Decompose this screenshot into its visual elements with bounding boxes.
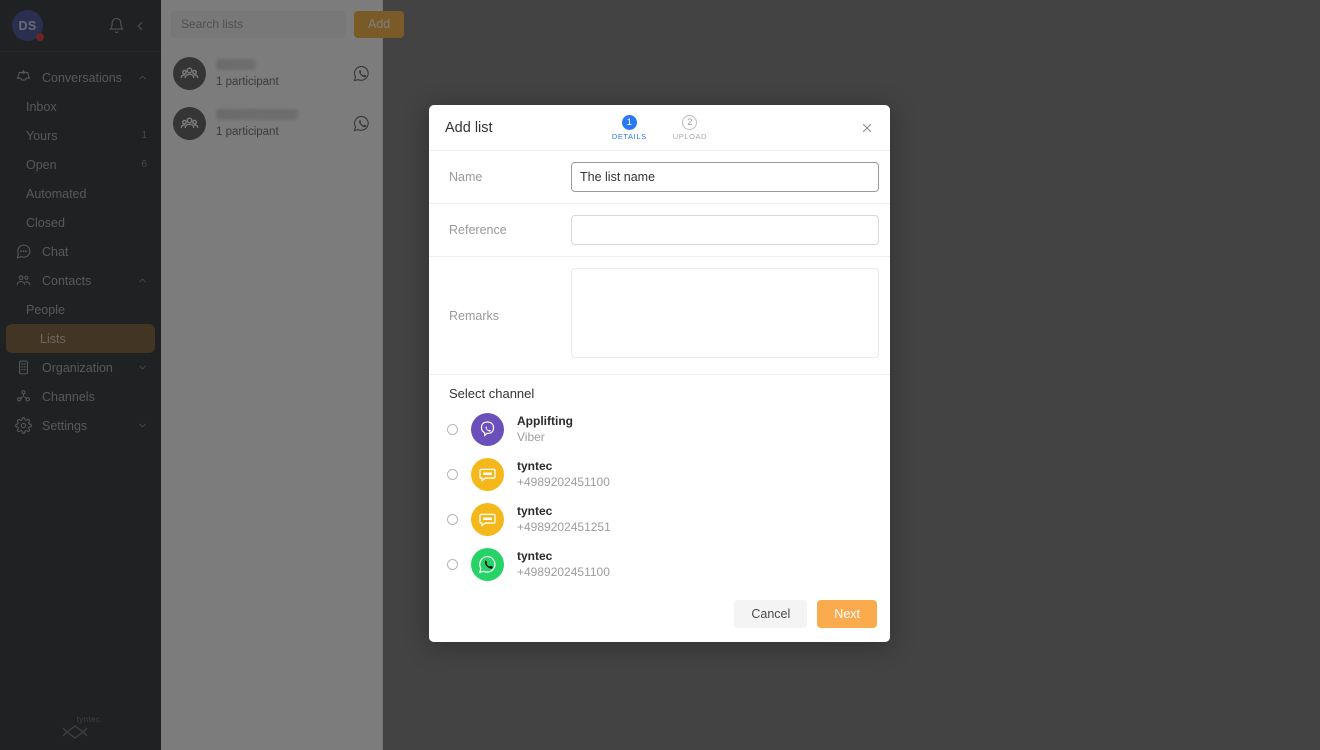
field-row-reference: Reference: [429, 204, 890, 257]
channel-meta: Applifting Viber: [517, 414, 573, 445]
reference-input[interactable]: [571, 215, 879, 245]
channel-option[interactable]: tyntec +4989202451100: [443, 452, 876, 497]
app-root: DS ConversationsInboxYours1Open6Automate…: [0, 0, 1320, 750]
close-icon[interactable]: [858, 119, 876, 137]
channel-name: tyntec: [517, 503, 553, 518]
channel-list[interactable]: Applifting Viber tyntec +4989202451100 t…: [429, 407, 890, 585]
field-control-remarks: [571, 257, 879, 374]
field-label-name: Name: [449, 170, 483, 184]
field-row-name: Name: [429, 151, 890, 204]
channel-name: Applifting: [517, 413, 573, 428]
cancel-button[interactable]: Cancel: [734, 599, 808, 628]
step-indicator: 1 DETAILS 2 UPLOAD: [429, 114, 890, 141]
field-label-reference: Reference: [449, 223, 507, 237]
sms-icon: [471, 503, 504, 536]
channel-option[interactable]: tyntec +4989202451251: [443, 497, 876, 542]
sms-icon: [471, 458, 504, 491]
channel-radio[interactable]: [447, 559, 458, 570]
channel-meta: tyntec +4989202451251: [517, 504, 611, 535]
channel-meta: tyntec +4989202451100: [517, 549, 610, 580]
step-details[interactable]: 1 DETAILS: [611, 114, 647, 141]
field-label-remarks: Remarks: [449, 308, 500, 323]
channel-radio[interactable]: [447, 469, 458, 480]
viber-icon: [471, 413, 504, 446]
channel-radio[interactable]: [447, 424, 458, 435]
channel-option[interactable]: tyntec +4989202451100: [443, 542, 876, 585]
add-list-dialog: Add list 1 DETAILS 2 UPLOAD Name Referenc…: [429, 105, 890, 642]
step-number: 2: [682, 114, 698, 130]
channel-detail: +4989202451251: [517, 519, 611, 534]
dialog-footer: Cancel Next: [429, 585, 890, 642]
next-button[interactable]: Next: [817, 599, 877, 628]
select-channel-title: Select channel: [449, 386, 535, 401]
channel-option[interactable]: Applifting Viber: [443, 407, 876, 452]
channel-name: tyntec: [517, 548, 553, 563]
field-control-reference: [571, 204, 879, 256]
form-fields: Name Reference Remarks: [429, 151, 890, 375]
channel-name: tyntec: [517, 458, 553, 473]
step-number: 1: [621, 114, 637, 130]
channel-meta: tyntec +4989202451100: [517, 459, 610, 490]
dialog-header: Add list 1 DETAILS 2 UPLOAD: [429, 105, 890, 151]
step-label: DETAILS: [611, 131, 647, 141]
channel-detail: +4989202451100: [517, 564, 610, 579]
name-input[interactable]: [571, 162, 879, 192]
channel-detail: Viber: [517, 429, 545, 444]
dialog-title: Add list: [445, 119, 493, 136]
field-row-remarks: Remarks: [429, 257, 890, 375]
remarks-textarea[interactable]: [571, 268, 879, 358]
whatsapp-icon: [471, 548, 504, 581]
dialog-body: Name Reference Remarks Select channel Ap…: [429, 151, 890, 585]
field-control-name: [571, 151, 879, 203]
channel-detail: +4989202451100: [517, 474, 610, 489]
step-label: UPLOAD: [672, 131, 708, 141]
step-upload[interactable]: 2 UPLOAD: [672, 114, 708, 141]
channel-radio[interactable]: [447, 514, 458, 525]
